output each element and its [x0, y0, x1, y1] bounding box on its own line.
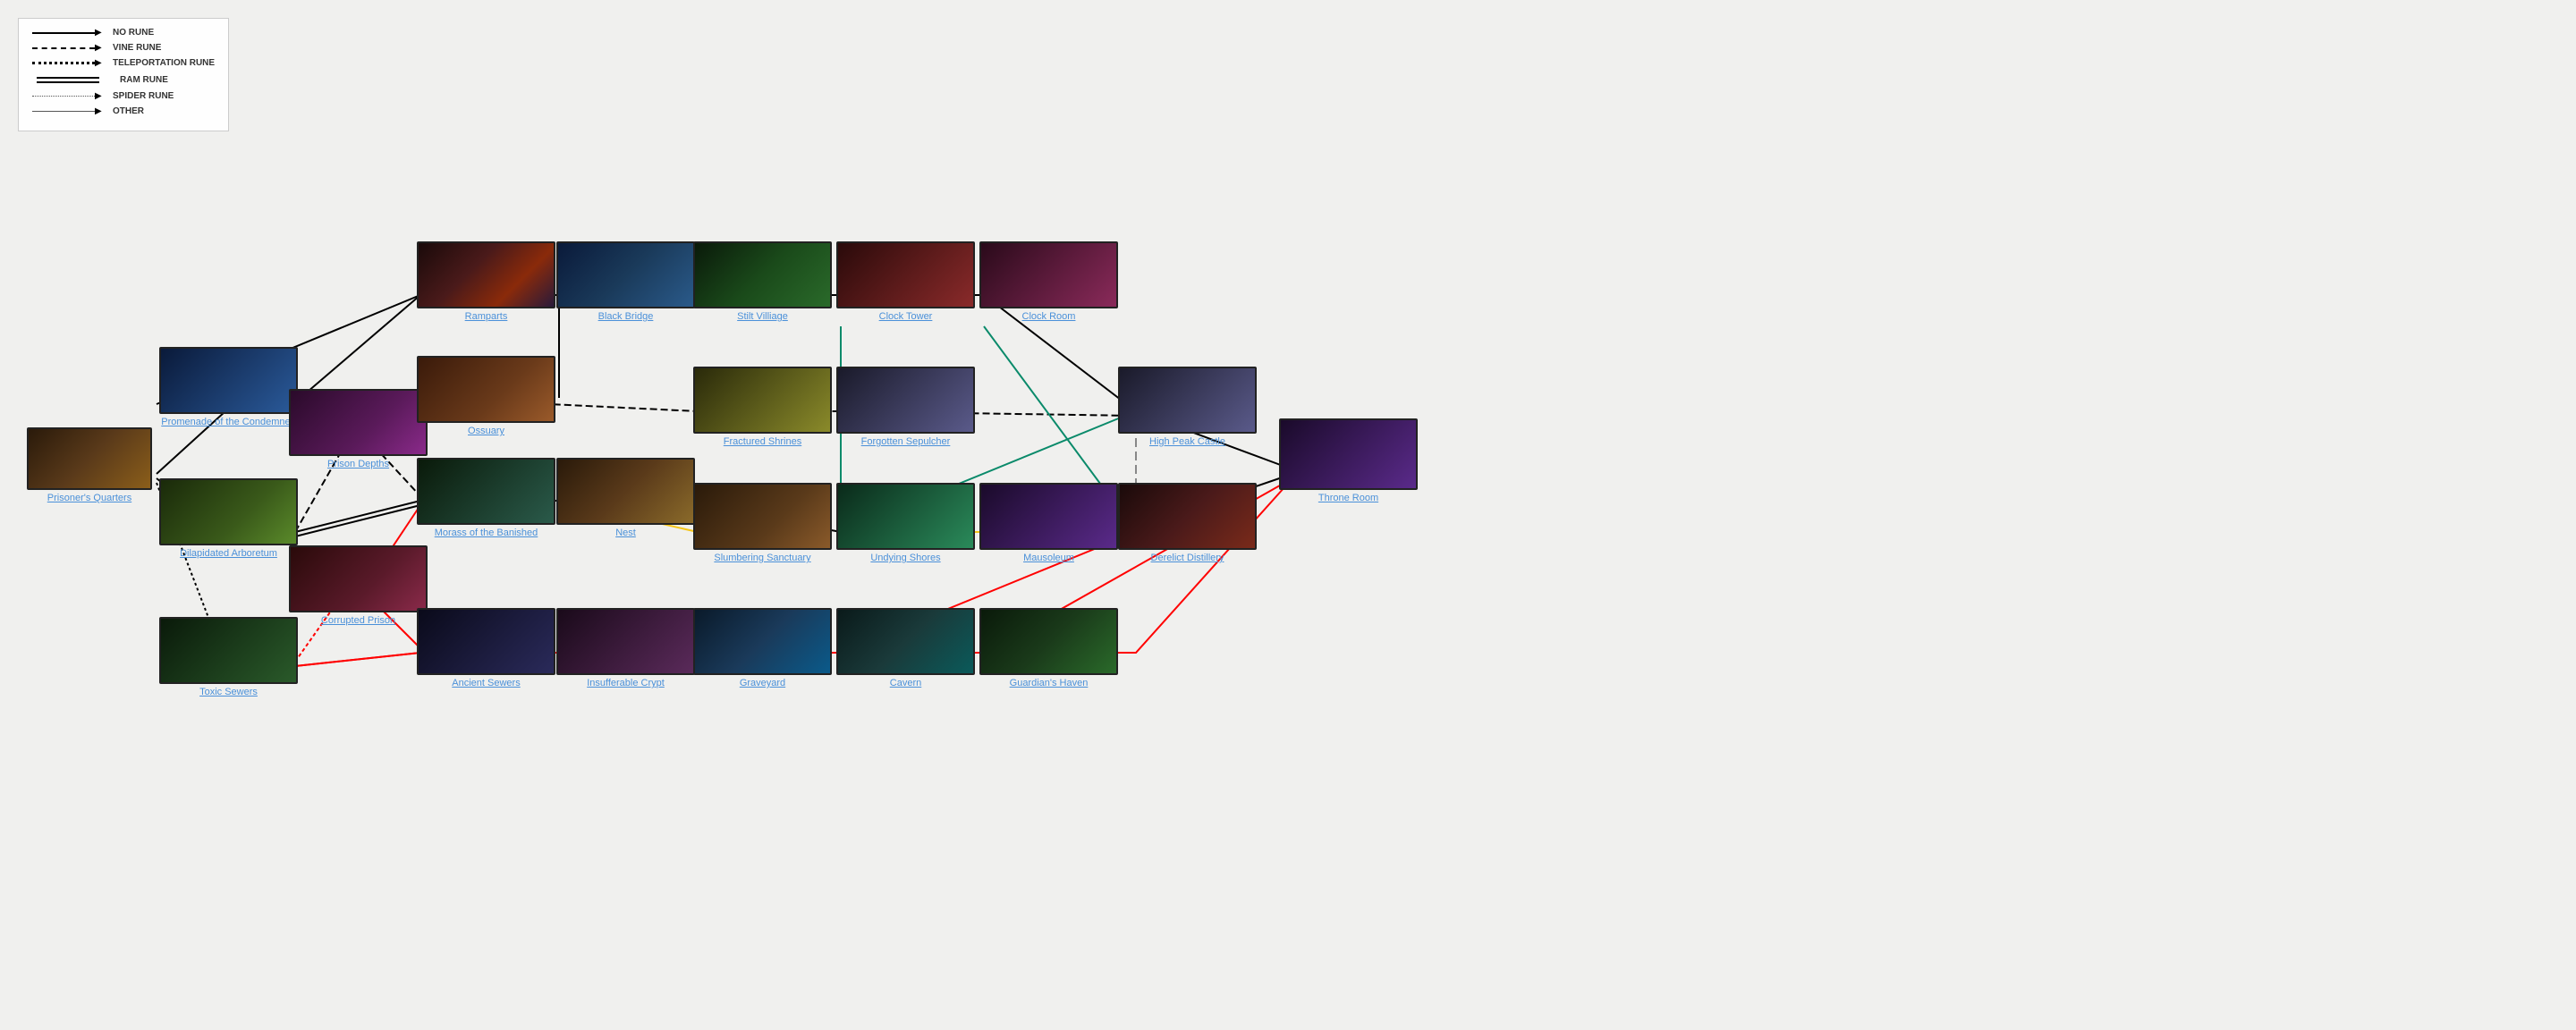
node-label-morass: Morass of the Banished	[435, 528, 538, 538]
node-img-stilt-village	[693, 241, 832, 308]
node-label-promenade: Promenade of the Condemned	[161, 417, 295, 427]
legend-ram-rune-label: RAM RUNE	[120, 75, 168, 85]
node-forgotten-sepulcher[interactable]: Forgotten Sepulcher	[836, 367, 975, 447]
legend-vine-rune: ▶ VINE RUNE	[32, 43, 215, 53]
node-label-fractured-shrines: Fractured Shrines	[724, 436, 801, 447]
node-label-ramparts: Ramparts	[465, 311, 508, 322]
node-label-black-bridge: Black Bridge	[598, 311, 654, 322]
node-label-stilt-village: Stilt Villiage	[737, 311, 788, 322]
node-img-clock-tower	[836, 241, 975, 308]
node-ossuary[interactable]: Ossuary	[417, 356, 555, 436]
node-high-peak-castle[interactable]: High Peak Castle	[1118, 367, 1257, 447]
node-img-prisoners-quarters	[27, 427, 152, 490]
node-label-cavern: Cavern	[890, 678, 921, 688]
node-label-derelict-distillery: Derelict Distillery	[1151, 553, 1224, 563]
node-img-prison-depths	[289, 389, 428, 456]
node-label-forgotten-sepulcher: Forgotten Sepulcher	[861, 436, 951, 447]
node-img-guardians-haven	[979, 608, 1118, 675]
node-img-morass	[417, 458, 555, 525]
node-label-guardians-haven: Guardian's Haven	[1010, 678, 1089, 688]
node-img-clock-room	[979, 241, 1118, 308]
node-img-high-peak-castle	[1118, 367, 1257, 434]
legend-vine-rune-label: VINE RUNE	[113, 43, 161, 53]
node-fractured-shrines[interactable]: Fractured Shrines	[693, 367, 832, 447]
node-ramparts[interactable]: Ramparts	[417, 241, 555, 322]
node-img-graveyard	[693, 608, 832, 675]
node-img-slumbering-sanctuary	[693, 483, 832, 550]
node-img-mausoleum	[979, 483, 1118, 550]
node-img-ancient-sewers	[417, 608, 555, 675]
node-label-slumbering-sanctuary: Slumbering Sanctuary	[714, 553, 810, 563]
legend-spider-rune: ▶ SPIDER RUNE	[32, 91, 215, 101]
node-label-ancient-sewers: Ancient Sewers	[452, 678, 520, 688]
node-label-insufferable-crypt: Insufferable Crypt	[587, 678, 665, 688]
legend-other-label: OTHER	[113, 106, 144, 116]
node-img-corrupted-prison	[289, 545, 428, 612]
node-label-high-peak-castle: High Peak Castle	[1149, 436, 1225, 447]
legend-spider-rune-label: SPIDER RUNE	[113, 91, 174, 101]
node-img-cavern	[836, 608, 975, 675]
node-graveyard[interactable]: Graveyard	[693, 608, 832, 688]
node-label-toxic-sewers: Toxic Sewers	[199, 687, 258, 697]
legend-other: ▶ OTHER	[32, 106, 215, 116]
node-clock-room[interactable]: Clock Room	[979, 241, 1118, 322]
node-label-clock-room: Clock Room	[1022, 311, 1076, 322]
node-img-ramparts	[417, 241, 555, 308]
node-undying-shores[interactable]: Undying Shores	[836, 483, 975, 563]
node-toxic-sewers[interactable]: Toxic Sewers	[159, 617, 298, 697]
node-img-nest	[556, 458, 695, 525]
node-morass[interactable]: Morass of the Banished	[417, 458, 555, 538]
legend-teleportation-rune: ▶ TELEPORTATION RUNE	[32, 58, 215, 68]
node-img-derelict-distillery	[1118, 483, 1257, 550]
node-img-throne-room	[1279, 418, 1418, 490]
node-mausoleum[interactable]: Mausoleum	[979, 483, 1118, 563]
node-guardians-haven[interactable]: Guardian's Haven	[979, 608, 1118, 688]
node-img-dilapidated	[159, 478, 298, 545]
node-label-nest: Nest	[615, 528, 636, 538]
node-dilapidated[interactable]: Dilapidated Arboretum	[159, 478, 298, 559]
node-label-prisoners-quarters: Prisoner's Quarters	[47, 493, 131, 503]
node-throne-room[interactable]: Throne Room	[1279, 418, 1418, 503]
node-derelict-distillery[interactable]: Derelict Distillery	[1118, 483, 1257, 563]
node-corrupted-prison[interactable]: Corrupted Prison	[289, 545, 428, 626]
node-label-mausoleum: Mausoleum	[1023, 553, 1074, 563]
node-label-ossuary: Ossuary	[468, 426, 504, 436]
node-img-toxic-sewers	[159, 617, 298, 684]
node-prisoners-quarters[interactable]: Prisoner's Quarters	[27, 427, 152, 503]
node-prison-depths[interactable]: Prison Depths	[289, 389, 428, 469]
node-black-bridge[interactable]: Black Bridge	[556, 241, 695, 322]
node-clock-tower[interactable]: Clock Tower	[836, 241, 975, 322]
node-stilt-village[interactable]: Stilt Villiage	[693, 241, 832, 322]
node-img-promenade	[159, 347, 298, 414]
node-img-ossuary	[417, 356, 555, 423]
node-img-black-bridge	[556, 241, 695, 308]
node-img-undying-shores	[836, 483, 975, 550]
legend-no-rune-label: NO RUNE	[113, 28, 154, 38]
legend-teleportation-rune-label: TELEPORTATION RUNE	[113, 58, 215, 68]
node-label-corrupted-prison: Corrupted Prison	[321, 615, 395, 626]
node-cavern[interactable]: Cavern	[836, 608, 975, 688]
connections-svg	[0, 0, 2576, 1030]
node-label-dilapidated: Dilapidated Arboretum	[180, 548, 277, 559]
node-img-insufferable-crypt	[556, 608, 695, 675]
node-label-clock-tower: Clock Tower	[879, 311, 933, 322]
legend-ram-rune: RAM RUNE	[32, 73, 215, 86]
map-container: ▶ NO RUNE ▶ VINE RUNE ▶ TELEPORTATION RU…	[0, 0, 2576, 1030]
node-img-forgotten-sepulcher	[836, 367, 975, 434]
node-label-graveyard: Graveyard	[740, 678, 785, 688]
node-insufferable-crypt[interactable]: Insufferable Crypt	[556, 608, 695, 688]
node-nest[interactable]: Nest	[556, 458, 695, 538]
node-slumbering-sanctuary[interactable]: Slumbering Sanctuary	[693, 483, 832, 563]
legend: ▶ NO RUNE ▶ VINE RUNE ▶ TELEPORTATION RU…	[18, 18, 229, 131]
node-promenade[interactable]: Promenade of the Condemned	[159, 347, 298, 427]
node-ancient-sewers[interactable]: Ancient Sewers	[417, 608, 555, 688]
node-img-fractured-shrines	[693, 367, 832, 434]
node-label-prison-depths: Prison Depths	[327, 459, 389, 469]
node-label-throne-room: Throne Room	[1318, 493, 1378, 503]
node-label-undying-shores: Undying Shores	[870, 553, 940, 563]
legend-no-rune: ▶ NO RUNE	[32, 28, 215, 38]
